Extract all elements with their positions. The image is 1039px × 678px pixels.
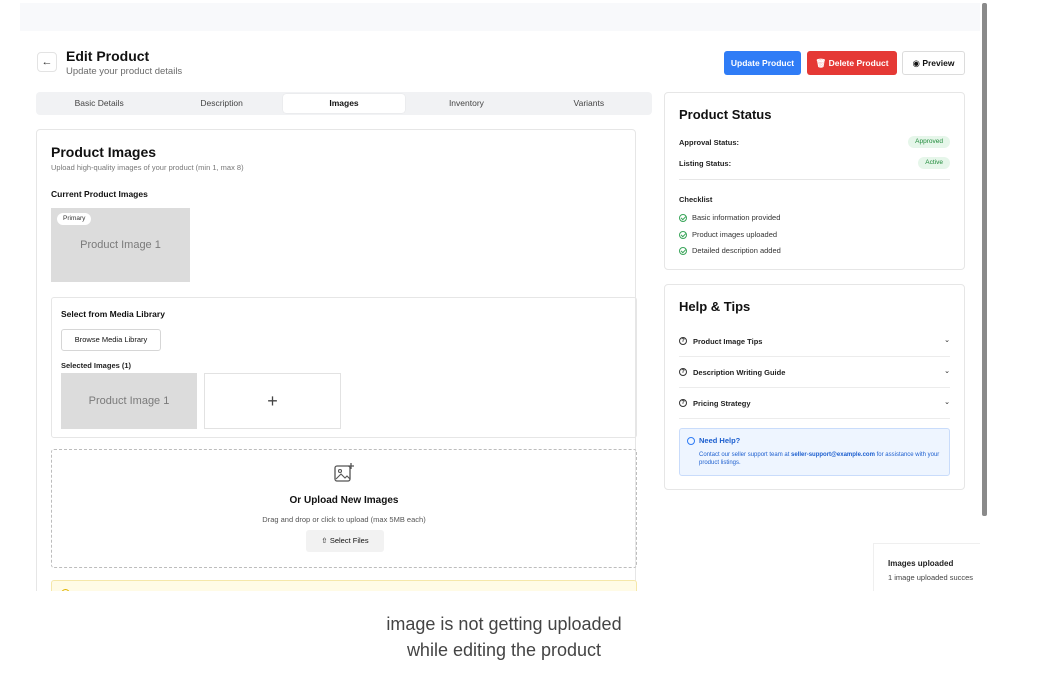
preview-label: Preview <box>922 58 955 68</box>
check-circle-icon <box>679 230 687 239</box>
accordion-product-image-tips[interactable]: ? Product Image Tips ⌄ <box>679 326 950 357</box>
upload-icon: ⇧ <box>321 536 328 545</box>
add-image-button[interactable]: + <box>204 373 341 429</box>
checklist-item: Detailed description added <box>679 246 781 255</box>
warning-icon <box>61 589 70 591</box>
checklist-item: Product images uploaded <box>679 230 777 239</box>
checklist-item-label: Basic information provided <box>692 213 781 222</box>
plus-icon: + <box>267 391 278 411</box>
current-image-thumbnail[interactable]: Primary Product Image 1 <box>51 208 190 282</box>
need-help-text: Contact our seller support team at selle… <box>699 451 941 467</box>
delete-product-button[interactable]: 🗑 Delete Product <box>807 51 897 75</box>
arrow-left-icon: ← <box>41 56 53 68</box>
browse-media-library-button[interactable]: Browse Media Library <box>61 329 161 351</box>
chevron-down-icon: ⌄ <box>944 399 950 406</box>
media-library-section: Select from Media Library Browse Media L… <box>51 297 637 438</box>
scrollbar[interactable] <box>982 3 987 516</box>
toast-notification: Images uploaded 1 image uploaded succes <box>873 543 980 591</box>
section-title: Product Images <box>51 144 157 160</box>
delete-product-label: Delete Product <box>828 58 889 68</box>
primary-badge: Primary <box>57 213 92 225</box>
top-bar <box>20 3 980 31</box>
warning-alert <box>51 580 637 591</box>
help-circle-icon: ? <box>679 368 687 376</box>
product-images-card: Product Images Upload high-quality image… <box>36 129 637 591</box>
help-circle-icon: ? <box>679 337 687 345</box>
status-title: Product Status <box>679 107 772 122</box>
caption-line: image is not getting uploaded <box>386 614 622 634</box>
info-icon <box>687 437 695 445</box>
approval-status-badge: Approved <box>908 136 950 148</box>
help-circle-icon: ? <box>679 399 687 407</box>
accordion-label: Pricing Strategy <box>693 398 751 408</box>
check-circle-icon <box>679 213 687 222</box>
chevron-down-icon: ⌄ <box>944 337 950 344</box>
accordion-description-guide[interactable]: ? Description Writing Guide ⌄ <box>679 357 950 388</box>
caption: image is not getting uploaded while edit… <box>0 611 1008 663</box>
update-product-button[interactable]: Update Product <box>724 51 801 75</box>
listing-status-badge: Active <box>918 157 950 169</box>
accordion-label: Description Writing Guide <box>693 367 786 377</box>
chevron-down-icon: ⌄ <box>944 368 950 375</box>
app-screenshot: ← Edit Product Update your product detai… <box>20 3 980 591</box>
upload-dropzone[interactable]: Or Upload New Images Drag and drop or cl… <box>51 449 637 568</box>
need-help-text-part: Contact our seller support team at <box>699 452 792 458</box>
product-status-card: Product Status Approval Status: Approved… <box>664 92 965 270</box>
annotated-screenshot: ← Edit Product Update your product detai… <box>0 0 1039 678</box>
trash-icon: 🗑 <box>815 58 827 68</box>
upload-title: Or Upload New Images <box>289 495 399 506</box>
need-help-box: Need Help? Contact our seller support te… <box>679 428 950 476</box>
toast-title: Images uploaded <box>888 559 954 568</box>
accordion-pricing-strategy[interactable]: ? Pricing Strategy ⌄ <box>679 388 950 419</box>
thumbnail-placeholder-text: Product Image 1 <box>80 239 161 251</box>
selected-image-thumbnail[interactable]: Product Image 1 <box>61 373 197 429</box>
tab-bar: Basic Details Description Images Invento… <box>36 92 652 115</box>
tab-inventory[interactable]: Inventory <box>405 94 527 113</box>
media-library-title: Select from Media Library <box>61 309 165 319</box>
divider <box>679 179 950 180</box>
select-files-label: Select Files <box>329 536 369 545</box>
image-plus-icon <box>334 463 354 482</box>
checklist-item-label: Product images uploaded <box>692 230 778 239</box>
help-tips-card: Help & Tips ? Product Image Tips ⌄ ? Des… <box>664 284 965 490</box>
select-files-button[interactable]: ⇧ Select Files <box>306 530 384 552</box>
need-help-title: Need Help? <box>699 436 741 445</box>
caption-line: while editing the product <box>406 640 602 660</box>
check-circle-icon <box>679 246 687 255</box>
back-button[interactable]: ← <box>37 52 57 72</box>
selected-images-label: Selected Images (1) <box>61 361 132 370</box>
tab-variants[interactable]: Variants <box>528 94 650 113</box>
accordion-label: Product Image Tips <box>693 336 763 346</box>
checklist-item-label: Detailed description added <box>692 246 781 255</box>
tab-description[interactable]: Description <box>160 94 282 113</box>
page-subtitle: Update your product details <box>66 66 183 77</box>
checklist-label: Checklist <box>679 195 713 204</box>
support-email-link[interactable]: seller-support@example.com <box>791 452 875 458</box>
checklist-item: Basic information provided <box>679 213 780 222</box>
upload-hint: Drag and drop or click to upload (max 5M… <box>262 515 426 524</box>
preview-button[interactable]: ◉ Preview <box>902 51 965 75</box>
thumbnail-placeholder-text: Product Image 1 <box>88 395 170 407</box>
tab-images[interactable]: Images <box>282 94 406 113</box>
approval-status-label: Approval Status: <box>679 138 740 147</box>
section-description: Upload high-quality images of your produ… <box>51 163 244 172</box>
page-title: Edit Product <box>66 48 150 64</box>
toast-message: 1 image uploaded succes <box>888 573 974 582</box>
tab-basic-details[interactable]: Basic Details <box>38 94 160 113</box>
eye-icon: ◉ <box>912 58 920 68</box>
help-title: Help & Tips <box>679 299 751 314</box>
listing-status-label: Listing Status: <box>679 159 732 168</box>
current-images-label: Current Product Images <box>51 189 148 199</box>
